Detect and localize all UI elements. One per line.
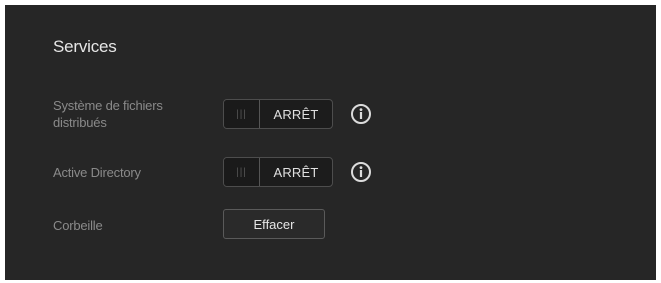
info-circle-icon[interactable]: [350, 103, 372, 125]
toggle-grip[interactable]: |||: [224, 158, 260, 186]
clear-trash-button[interactable]: Effacer: [223, 209, 325, 239]
active-directory-toggle[interactable]: ||| ARRÊT: [223, 157, 333, 187]
toggle-state-label: ARRÊT: [273, 106, 319, 122]
trash-label: Corbeille: [53, 218, 103, 233]
section-title: Services: [53, 37, 117, 56]
dfs-label: Système de fichiers distribués: [53, 98, 163, 130]
dfs-toggle[interactable]: ||| ARRÊT: [223, 99, 333, 129]
info-circle-icon[interactable]: [350, 161, 372, 183]
services-panel: Services Système de fichiers distribués …: [5, 5, 656, 280]
toggle-grip[interactable]: |||: [224, 100, 260, 128]
active-directory-label: Active Directory: [53, 165, 141, 180]
toggle-state-label: ARRÊT: [273, 164, 319, 180]
